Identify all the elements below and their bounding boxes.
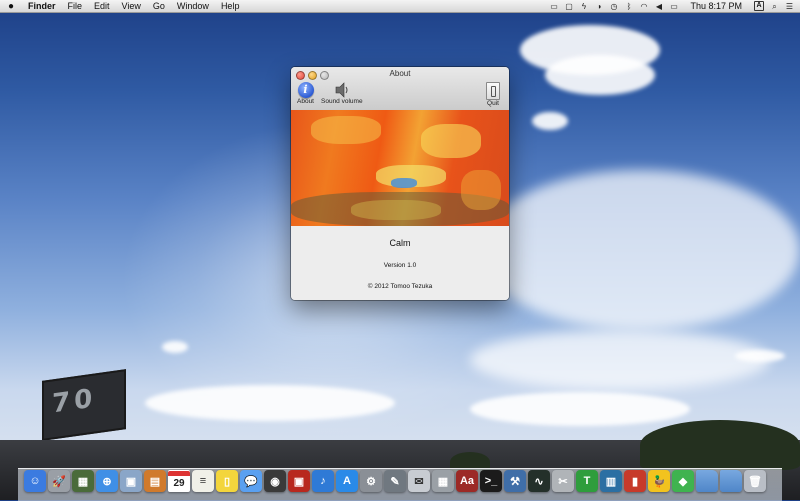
cloud: [545, 55, 655, 95]
toolbar-quit-label: Quit: [487, 100, 499, 107]
mail-icon[interactable]: ✉: [408, 470, 430, 492]
photo-booth-icon[interactable]: ▣: [288, 470, 310, 492]
cyberduck-icon[interactable]: 🦆: [648, 470, 670, 492]
app-name: Calm: [389, 238, 411, 248]
cloud: [162, 341, 188, 353]
script-editor-icon[interactable]: ✂: [552, 470, 574, 492]
documents-folder-icon[interactable]: [720, 470, 742, 492]
time-machine-icon[interactable]: ◷: [609, 2, 618, 11]
tree: [640, 420, 800, 470]
version-text: Version 1.0: [383, 262, 417, 269]
speaker-icon: [335, 82, 348, 98]
mission-control-icon[interactable]: ▦: [72, 470, 94, 492]
calendar-icon[interactable]: 29: [168, 470, 190, 492]
menu-extras: ▭ ▢ ϟ ◑ ◷ ᛒ ◠ ◀ ▭ Thu 8:17 PM A ⌕ ☰: [549, 1, 800, 11]
window-titlebar[interactable]: About i About Sound volume Quit: [291, 67, 509, 114]
toolbar-sound-volume-label: Sound volume: [321, 98, 363, 105]
battery-icon[interactable]: ▭: [669, 2, 678, 11]
apple-menu-icon[interactable]: ●: [0, 1, 22, 12]
menu-go[interactable]: Go: [147, 1, 171, 11]
menu-help[interactable]: Help: [215, 1, 246, 11]
facetime-icon[interactable]: ◉: [264, 470, 286, 492]
paint-stroke: [461, 170, 501, 210]
terminal-icon[interactable]: >_: [480, 470, 502, 492]
paint-stroke: [311, 116, 381, 144]
photo-app-icon[interactable]: ▥: [600, 470, 622, 492]
quit-icon: [486, 82, 500, 100]
spotlight-icon[interactable]: ⌕: [770, 2, 779, 11]
cloud: [480, 170, 800, 330]
launchpad-icon[interactable]: 🚀: [48, 470, 70, 492]
stickies-icon[interactable]: ▯: [216, 470, 238, 492]
preview-icon[interactable]: ▣: [120, 470, 142, 492]
notes-icon[interactable]: ≡: [192, 470, 214, 492]
system-preferences-icon[interactable]: ⚙: [360, 470, 382, 492]
cloud: [145, 385, 395, 421]
finder-icon[interactable]: ☺: [24, 470, 46, 492]
paint-stroke: [391, 178, 417, 188]
trash-icon[interactable]: 🗑: [744, 470, 766, 492]
clock[interactable]: Thu 8:17 PM: [684, 1, 748, 11]
dock-items: ☺ 🚀 ▦ ⊕ ▣ ▤ 29 ≡ ▯ 💬 ◉ ▣ ♪ A ⚙ ✎ ✉ ▦ Aa >_ ⚒ ∿ ✂ T ▥ ▮ 🦆 ◆ 🗑: [24, 470, 766, 492]
sync-icon[interactable]: ◑: [594, 2, 603, 11]
cloud: [735, 350, 785, 362]
notification-center-icon[interactable]: ☰: [785, 2, 794, 11]
app-store-icon[interactable]: A: [336, 470, 358, 492]
xcode-icon[interactable]: ⚒: [504, 470, 526, 492]
dictionary-icon[interactable]: Aa: [456, 470, 478, 492]
wifi-icon[interactable]: ◠: [639, 2, 648, 11]
input-menu-icon[interactable]: A: [754, 1, 764, 11]
paint-stroke: [351, 200, 441, 220]
bolt-icon[interactable]: ϟ: [579, 2, 588, 11]
textwrangler-icon[interactable]: T: [576, 470, 598, 492]
app-status-icon[interactable]: ▢: [564, 2, 573, 11]
toolbar-sound-volume-button[interactable]: Sound volume: [321, 82, 363, 105]
bluetooth-icon[interactable]: ᛒ: [624, 2, 633, 11]
menu-window[interactable]: Window: [171, 1, 215, 11]
menu-view[interactable]: View: [116, 1, 147, 11]
display-icon[interactable]: ▭: [549, 2, 558, 11]
about-window: About i About Sound volume Quit Calm Ver…: [291, 67, 509, 300]
toolbar-about-label: About: [297, 98, 314, 105]
window-title: About: [389, 69, 411, 78]
calm-artwork-image: [291, 110, 509, 226]
cloud: [470, 392, 690, 426]
toolbar-about-button[interactable]: i About: [297, 82, 314, 105]
ibooks-icon[interactable]: ▤: [144, 470, 166, 492]
calculator-icon[interactable]: ▦: [432, 470, 454, 492]
menu-app-finder[interactable]: Finder: [22, 1, 62, 11]
paint-stroke: [421, 124, 481, 158]
billboard: 70: [42, 369, 126, 441]
copyright-text: © 2012 Tomoo Tezuka: [367, 283, 433, 290]
green-cube-icon[interactable]: ◆: [672, 470, 694, 492]
menu-bar: ● Finder File Edit View Go Window Help ▭…: [0, 0, 800, 13]
billboard-text: 70: [52, 383, 97, 420]
activity-monitor-icon[interactable]: ∿: [528, 470, 550, 492]
cloud: [470, 330, 770, 390]
calendar-day: 29: [173, 478, 185, 489]
about-content: Calm Version 1.0 © 2012 Tomoo Tezuka: [291, 226, 509, 300]
cloud: [532, 112, 568, 130]
messages-icon[interactable]: 💬: [240, 470, 262, 492]
volume-icon[interactable]: ◀: [654, 2, 663, 11]
menu-file[interactable]: File: [62, 1, 89, 11]
menu-edit[interactable]: Edit: [88, 1, 116, 11]
info-icon: i: [297, 82, 314, 98]
safari-icon[interactable]: ⊕: [96, 470, 118, 492]
toolbar-quit-button[interactable]: Quit: [486, 82, 500, 107]
books-icon[interactable]: ▮: [624, 470, 646, 492]
utilities-icon[interactable]: ✎: [384, 470, 406, 492]
applications-folder-icon[interactable]: [696, 470, 718, 492]
itunes-icon[interactable]: ♪: [312, 470, 334, 492]
